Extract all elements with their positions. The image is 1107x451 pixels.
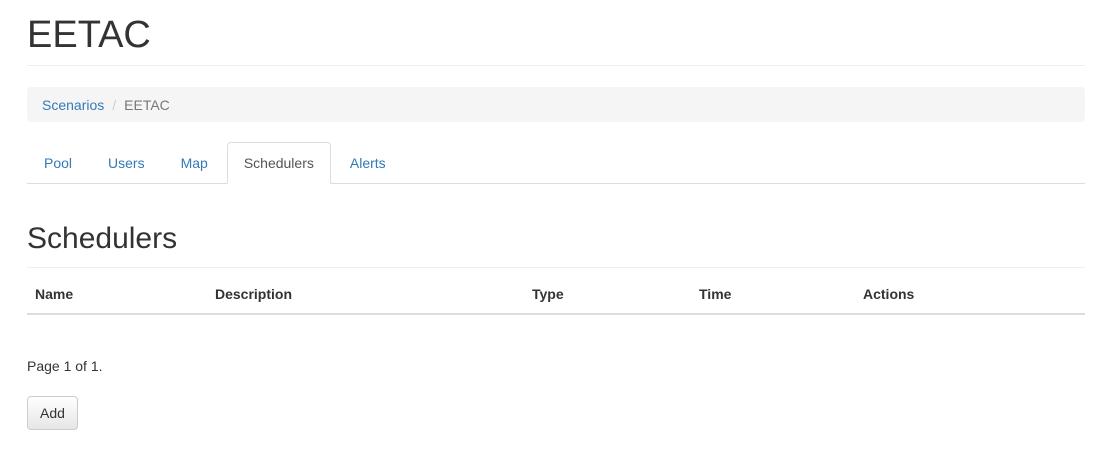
table-header: Name Description Type Time Actions [27, 275, 1085, 315]
tab-bar: Pool Users Map Schedulers Alerts [27, 142, 1085, 184]
section-divider [27, 267, 1085, 268]
breadcrumb-link-scenarios[interactable]: Scenarios [42, 97, 104, 113]
column-header-time[interactable]: Time [691, 275, 855, 315]
title-divider [27, 65, 1085, 66]
pagination-info: Page 1 of 1. [27, 358, 103, 374]
breadcrumb-separator: / [112, 96, 117, 113]
tab-schedulers[interactable]: Schedulers [226, 142, 331, 184]
breadcrumb-current: EETAC [124, 96, 170, 113]
tab-pool[interactable]: Pool [27, 142, 89, 184]
add-button[interactable]: Add [27, 396, 78, 430]
breadcrumb: Scenarios / EETAC [27, 87, 1085, 122]
tab-map[interactable]: Map [164, 142, 225, 184]
table-header-row: Name Description Type Time Actions [27, 275, 1085, 315]
page-title: EETAC [27, 14, 151, 56]
column-header-actions: Actions [855, 275, 1085, 315]
schedulers-table: Name Description Type Time Actions [27, 275, 1085, 315]
column-header-name[interactable]: Name [27, 275, 207, 315]
column-header-description[interactable]: Description [207, 275, 524, 315]
column-header-type[interactable]: Type [524, 275, 691, 315]
section-title: Schedulers [27, 222, 178, 255]
tab-users[interactable]: Users [91, 142, 162, 184]
tab-alerts[interactable]: Alerts [333, 142, 403, 184]
